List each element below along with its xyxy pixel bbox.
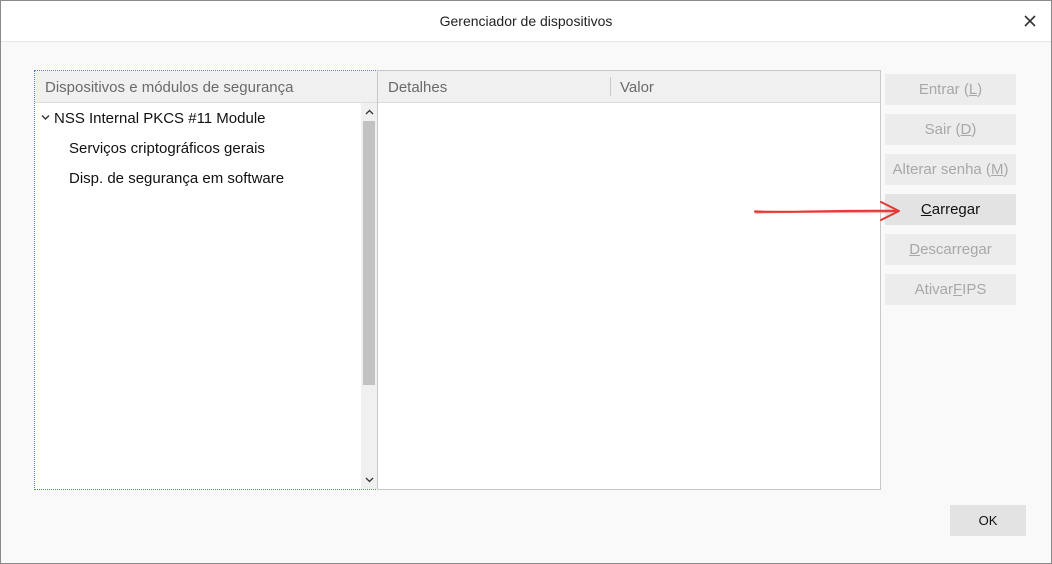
dialog-titlebar: Gerenciador de dispositivos: [1, 1, 1051, 42]
column-header-details[interactable]: Detalhes: [388, 79, 447, 96]
button-label: Entrar (: [918, 81, 969, 98]
button-label: Sair (: [924, 121, 961, 138]
load-button[interactable]: Carregar: [885, 194, 1016, 225]
button-label: arregar: [931, 201, 981, 218]
scroll-down-button[interactable]: [361, 471, 377, 489]
tree-header: Dispositivos e módulos de segurança: [35, 71, 377, 103]
access-key: C: [920, 201, 932, 218]
button-label: ): [971, 121, 977, 138]
chevron-up-icon: [365, 109, 373, 115]
button-label: escarregar: [920, 241, 992, 258]
tree-body: NSS Internal PKCS #11 Module Serviços cr…: [35, 103, 361, 489]
security-modules-tree[interactable]: Dispositivos e módulos de segurança NSS …: [34, 70, 378, 490]
change-password-button[interactable]: Alterar senha (M): [885, 154, 1016, 185]
scrollbar-thumb[interactable]: [363, 121, 375, 385]
tree-item-label: Serviços criptográficos gerais: [69, 140, 265, 157]
scroll-up-button[interactable]: [361, 103, 377, 121]
logout-button[interactable]: Sair (D): [885, 114, 1016, 145]
tree-header-label: Dispositivos e módulos de segurança: [45, 79, 294, 96]
column-header-value[interactable]: Valor: [620, 79, 654, 96]
button-label: Ativar: [914, 281, 953, 298]
tree-item-label: Disp. de segurança em software: [69, 170, 285, 187]
tree-item-label: NSS Internal PKCS #11 Module: [54, 110, 266, 127]
access-key: F: [952, 281, 963, 298]
details-header: Detalhes Valor: [378, 71, 880, 103]
chevron-down-icon[interactable]: [41, 114, 50, 121]
unload-button[interactable]: Descarregar: [885, 234, 1016, 265]
annotation-arrow-icon: [753, 201, 900, 221]
tree-scrollbar[interactable]: [361, 103, 377, 489]
button-label: ): [977, 81, 983, 98]
access-key: M: [990, 161, 1004, 178]
button-label: Alterar senha (: [892, 161, 991, 178]
enable-fips-button[interactable]: Ativar F IPS: [885, 274, 1016, 305]
chevron-down-icon: [365, 477, 373, 483]
dialog-title: Gerenciador de dispositivos: [439, 13, 613, 29]
tree-item-crypto-services[interactable]: Serviços criptográficos gerais: [69, 140, 265, 157]
ok-button[interactable]: OK: [950, 505, 1026, 536]
button-label: IPS: [962, 281, 987, 298]
close-icon: [1024, 15, 1036, 27]
tree-item-nss-module[interactable]: NSS Internal PKCS #11 Module: [41, 110, 266, 127]
button-label: ): [1003, 161, 1009, 178]
login-button[interactable]: Entrar (L): [885, 74, 1016, 105]
details-table[interactable]: Detalhes Valor: [377, 70, 881, 490]
access-key: L: [968, 81, 978, 98]
access-key: D: [960, 121, 972, 138]
device-manager-dialog: Gerenciador de dispositivos Dispositivos…: [0, 0, 1052, 564]
access-key: D: [909, 241, 921, 258]
column-separator[interactable]: [610, 77, 611, 96]
tree-item-software-security-device[interactable]: Disp. de segurança em software: [69, 170, 284, 187]
close-button[interactable]: [1017, 8, 1043, 34]
